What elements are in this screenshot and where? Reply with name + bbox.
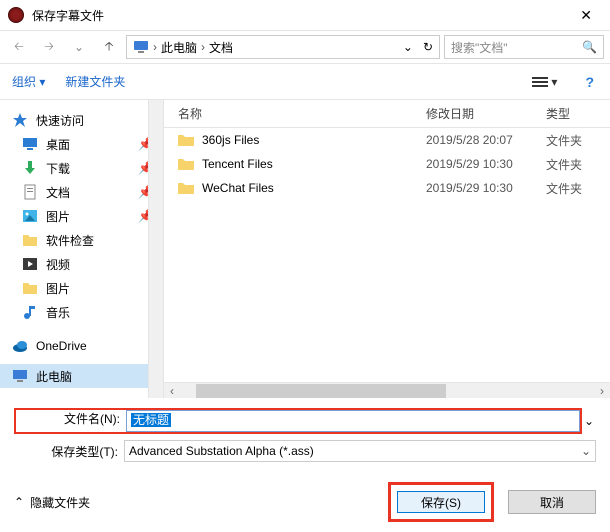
chevron-right-icon: › xyxy=(153,40,157,54)
back-button[interactable]: 🡠 xyxy=(6,35,32,59)
folder-icon xyxy=(178,181,194,195)
thispc-icon xyxy=(12,368,28,384)
video-icon xyxy=(22,256,38,272)
save-button[interactable]: 保存(S) xyxy=(397,491,485,513)
sidebar-this-pc[interactable]: 此电脑 xyxy=(0,364,163,388)
col-type[interactable]: 类型 xyxy=(546,105,610,122)
filename-label: 文件名(N): xyxy=(16,410,126,432)
column-headers[interactable]: 名称 修改日期 类型 xyxy=(164,100,610,128)
filename-dropdown-icon[interactable]: ⌄ xyxy=(582,414,596,428)
scroll-right-icon[interactable]: › xyxy=(594,384,610,398)
desktop-icon xyxy=(22,136,38,152)
sidebar-item-downloads[interactable]: 下载 📌 xyxy=(0,156,163,180)
file-row[interactable]: Tencent Files 2019/5/29 10:30 文件夹 xyxy=(164,152,610,176)
folder-icon xyxy=(22,280,38,296)
sidebar-quick-access[interactable]: 快速访问 xyxy=(0,108,163,132)
address-dropdown-icon[interactable]: ⌄ xyxy=(403,40,413,54)
picture-icon xyxy=(22,208,38,224)
file-row[interactable]: WeChat Files 2019/5/29 10:30 文件夹 xyxy=(164,176,610,200)
filename-highlight: 文件名(N): 无标题 xyxy=(14,408,582,434)
document-icon xyxy=(22,184,38,200)
sidebar-item-videos[interactable]: 视频 xyxy=(0,252,163,276)
star-icon xyxy=(12,112,28,128)
sidebar-scrollbar[interactable] xyxy=(148,100,163,398)
sidebar-network[interactable]: 网络 xyxy=(0,394,163,398)
folder-icon xyxy=(178,133,194,147)
filetype-select[interactable]: Advanced Substation Alpha (*.ass) ⌄ xyxy=(124,440,596,462)
search-input[interactable]: 搜索"文档" 🔍 xyxy=(444,35,604,59)
scroll-thumb[interactable] xyxy=(196,384,446,398)
hide-folders-button[interactable]: ⌃ 隐藏文件夹 xyxy=(14,494,90,511)
path-seg-0[interactable]: 此电脑 xyxy=(161,39,197,56)
cloud-icon xyxy=(12,338,28,354)
dialog-footer: ⌃ 隐藏文件夹 保存(S) 取消 xyxy=(0,472,610,532)
sidebar-item-documents[interactable]: 文档 📌 xyxy=(0,180,163,204)
col-modified[interactable]: 修改日期 xyxy=(426,105,546,122)
app-icon xyxy=(8,7,24,23)
chevron-right-icon: › xyxy=(201,40,205,54)
scroll-left-icon[interactable]: ‹ xyxy=(164,384,180,398)
title-bar: 保存字幕文件 ✕ xyxy=(0,0,610,30)
horizontal-scrollbar[interactable]: ‹ › xyxy=(164,382,610,398)
sidebar-item-desktop[interactable]: 桌面 📌 xyxy=(0,132,163,156)
thispc-path-icon xyxy=(133,39,149,55)
refresh-icon[interactable]: ↻ xyxy=(423,40,433,54)
save-highlight: 保存(S) xyxy=(388,482,494,522)
nav-row: 🡠 🡢 ⌄ 🡡 › 此电脑 › 文档 ⌄ ↻ 搜索"文档" 🔍 xyxy=(0,30,610,64)
recent-dropdown[interactable]: ⌄ xyxy=(66,35,92,59)
help-button[interactable]: ? xyxy=(581,72,598,92)
up-button[interactable]: 🡡 xyxy=(96,35,122,59)
path-seg-1[interactable]: 文档 xyxy=(209,39,233,56)
sidebar-item-pictures2[interactable]: 图片 xyxy=(0,276,163,300)
forward-button[interactable]: 🡢 xyxy=(36,35,62,59)
filetype-label: 保存类型(T): xyxy=(14,443,124,460)
close-button[interactable]: ✕ xyxy=(570,5,602,26)
window-title: 保存字幕文件 xyxy=(32,7,570,24)
search-icon: 🔍 xyxy=(582,40,597,54)
cancel-button[interactable]: 取消 xyxy=(508,490,596,514)
folder-icon xyxy=(22,232,38,248)
download-icon xyxy=(22,160,38,176)
file-row[interactable]: 360js Files 2019/5/28 20:07 文件夹 xyxy=(164,128,610,152)
sidebar-item-music[interactable]: 音乐 xyxy=(0,300,163,324)
toolbar: 组织 ▾ 新建文件夹 ▾ ? xyxy=(0,64,610,100)
sidebar-onedrive[interactable]: OneDrive xyxy=(0,334,163,358)
chevron-down-icon: ⌄ xyxy=(581,444,591,458)
search-placeholder: 搜索"文档" xyxy=(451,39,508,56)
sidebar: 快速访问 桌面 📌 下载 📌 文档 📌 图片 📌 软件检查 视频 xyxy=(0,100,164,398)
music-icon xyxy=(22,304,38,320)
dialog-body: 快速访问 桌面 📌 下载 📌 文档 📌 图片 📌 软件检查 视频 xyxy=(0,100,610,398)
sidebar-item-pictures[interactable]: 图片 📌 xyxy=(0,204,163,228)
view-options-button[interactable]: ▾ xyxy=(528,73,561,91)
new-folder-button[interactable]: 新建文件夹 xyxy=(65,73,125,90)
file-list-pane: 名称 修改日期 类型 360js Files 2019/5/28 20:07 文… xyxy=(164,100,610,398)
folder-icon xyxy=(178,157,194,171)
filename-input[interactable]: 无标题 xyxy=(126,410,580,432)
sidebar-item-softwarecheck[interactable]: 软件检查 xyxy=(0,228,163,252)
col-name[interactable]: 名称 xyxy=(178,105,426,122)
organize-button[interactable]: 组织 ▾ xyxy=(12,73,45,90)
save-form: 文件名(N): 无标题 ⌄ 保存类型(T): Advanced Substati… xyxy=(0,398,610,472)
chevron-up-icon: ⌃ xyxy=(14,495,24,509)
address-bar[interactable]: › 此电脑 › 文档 ⌄ ↻ xyxy=(126,35,440,59)
